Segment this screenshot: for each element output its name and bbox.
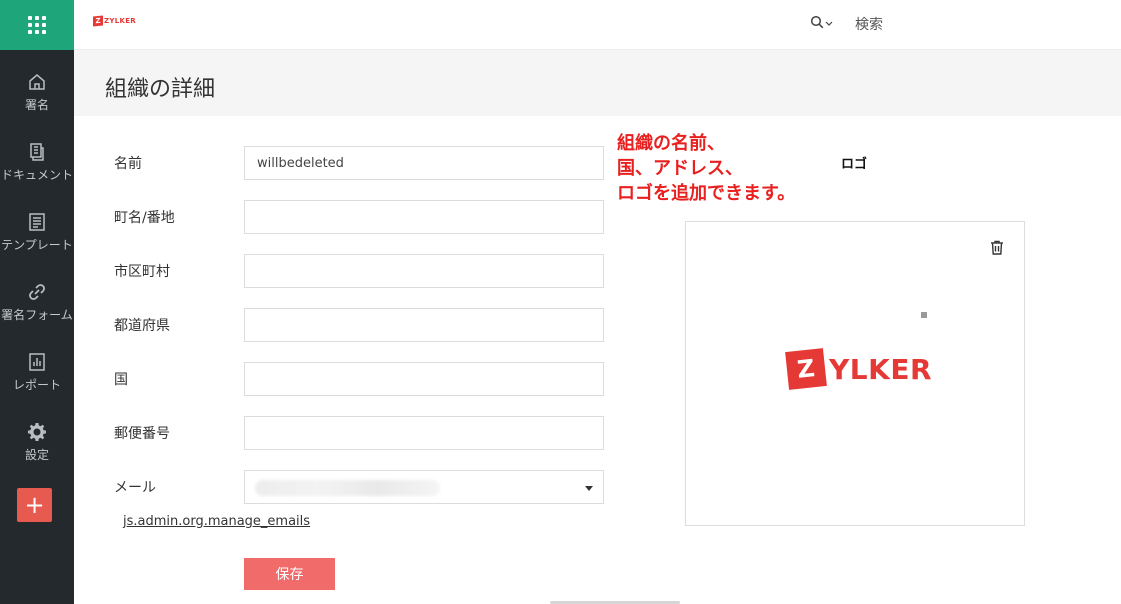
email-selected-value-redacted bbox=[255, 480, 440, 496]
email-select[interactable] bbox=[244, 470, 604, 504]
sidebar-item-label: レポート bbox=[12, 377, 61, 392]
zylker-logo-text: YLKER bbox=[829, 352, 933, 386]
page-title: 組織の詳細 bbox=[105, 77, 216, 102]
template-icon bbox=[29, 212, 45, 231]
country-field[interactable] bbox=[244, 362, 604, 396]
prefecture-field[interactable] bbox=[244, 308, 604, 342]
country-label: 国 bbox=[114, 372, 128, 388]
search-scope-toggle[interactable] bbox=[810, 15, 833, 29]
city-field[interactable] bbox=[244, 254, 604, 288]
add-button[interactable]: + bbox=[17, 488, 52, 522]
sidebar: 署名 ドキュメント テンプレート 署名フォーム レポート 設定 + bbox=[0, 0, 74, 604]
delete-logo-button[interactable] bbox=[990, 240, 1004, 259]
logo-text: ZYLKER bbox=[104, 17, 137, 25]
logo-mark: Z bbox=[93, 15, 103, 27]
gear-icon bbox=[28, 422, 46, 441]
report-icon bbox=[29, 352, 45, 371]
search-icon bbox=[810, 15, 824, 29]
email-label: メール bbox=[114, 480, 156, 496]
sidebar-item-label: 設定 bbox=[24, 447, 49, 462]
postal-code-label: 郵便番号 bbox=[114, 426, 170, 442]
chevron-down-icon bbox=[825, 21, 833, 26]
sidebar-item-documents[interactable]: ドキュメント bbox=[0, 132, 74, 192]
annotation-line-2: 国、アドレス、 bbox=[617, 158, 743, 179]
apps-menu-button[interactable] bbox=[0, 0, 74, 50]
prefecture-label: 都道府県 bbox=[114, 318, 170, 334]
home-icon bbox=[29, 73, 45, 90]
annotation-line-1: 組織の名前、 bbox=[617, 133, 725, 154]
street-label: 町名/番地 bbox=[114, 210, 175, 226]
sidebar-item-sign-forms[interactable]: 署名フォーム bbox=[0, 272, 74, 332]
image-placeholder-dot bbox=[921, 312, 927, 318]
logo-label: ロゴ bbox=[841, 157, 868, 172]
city-label: 市区町村 bbox=[114, 264, 170, 280]
annotation-line-3: ロゴを追加できます。 bbox=[617, 183, 796, 204]
annotation-callout: 組織の名前、 国、アドレス、 ロゴを追加できます。 bbox=[617, 131, 795, 206]
sidebar-item-label: テンプレート bbox=[1, 237, 73, 252]
sidebar-item-templates[interactable]: テンプレート bbox=[0, 202, 74, 262]
name-field[interactable] bbox=[244, 146, 604, 180]
sidebar-item-label: 署名 bbox=[24, 97, 49, 112]
sidebar-item-reports[interactable]: レポート bbox=[0, 342, 74, 402]
logo-upload-box[interactable]: Z YLKER bbox=[685, 221, 1025, 526]
name-label: 名前 bbox=[114, 156, 142, 172]
trash-icon bbox=[991, 240, 1003, 255]
app-logo[interactable]: Z ZYLKER bbox=[93, 15, 137, 27]
top-bar: Z ZYLKER 検索 bbox=[74, 0, 1121, 50]
page-header: 組織の詳細 bbox=[74, 50, 1121, 116]
sidebar-item-label: 署名フォーム bbox=[1, 307, 73, 322]
zylker-logo-mark: Z bbox=[785, 348, 827, 390]
sidebar-item-sign[interactable]: 署名 bbox=[0, 62, 74, 122]
sidebar-item-label: ドキュメント bbox=[0, 167, 73, 182]
sidebar-item-settings[interactable]: 設定 bbox=[0, 412, 74, 472]
postal-code-field[interactable] bbox=[244, 416, 604, 450]
apps-grid-icon bbox=[28, 16, 46, 34]
caret-down-icon bbox=[585, 486, 593, 491]
street-field[interactable] bbox=[244, 200, 604, 234]
search-input[interactable]: 検索 bbox=[855, 14, 883, 34]
documents-icon bbox=[30, 142, 44, 161]
organization-logo-image: Z YLKER bbox=[785, 348, 933, 390]
link-icon bbox=[29, 283, 45, 300]
save-button[interactable]: 保存 bbox=[244, 558, 335, 590]
manage-emails-link[interactable]: js.admin.org.manage_emails bbox=[123, 514, 310, 529]
